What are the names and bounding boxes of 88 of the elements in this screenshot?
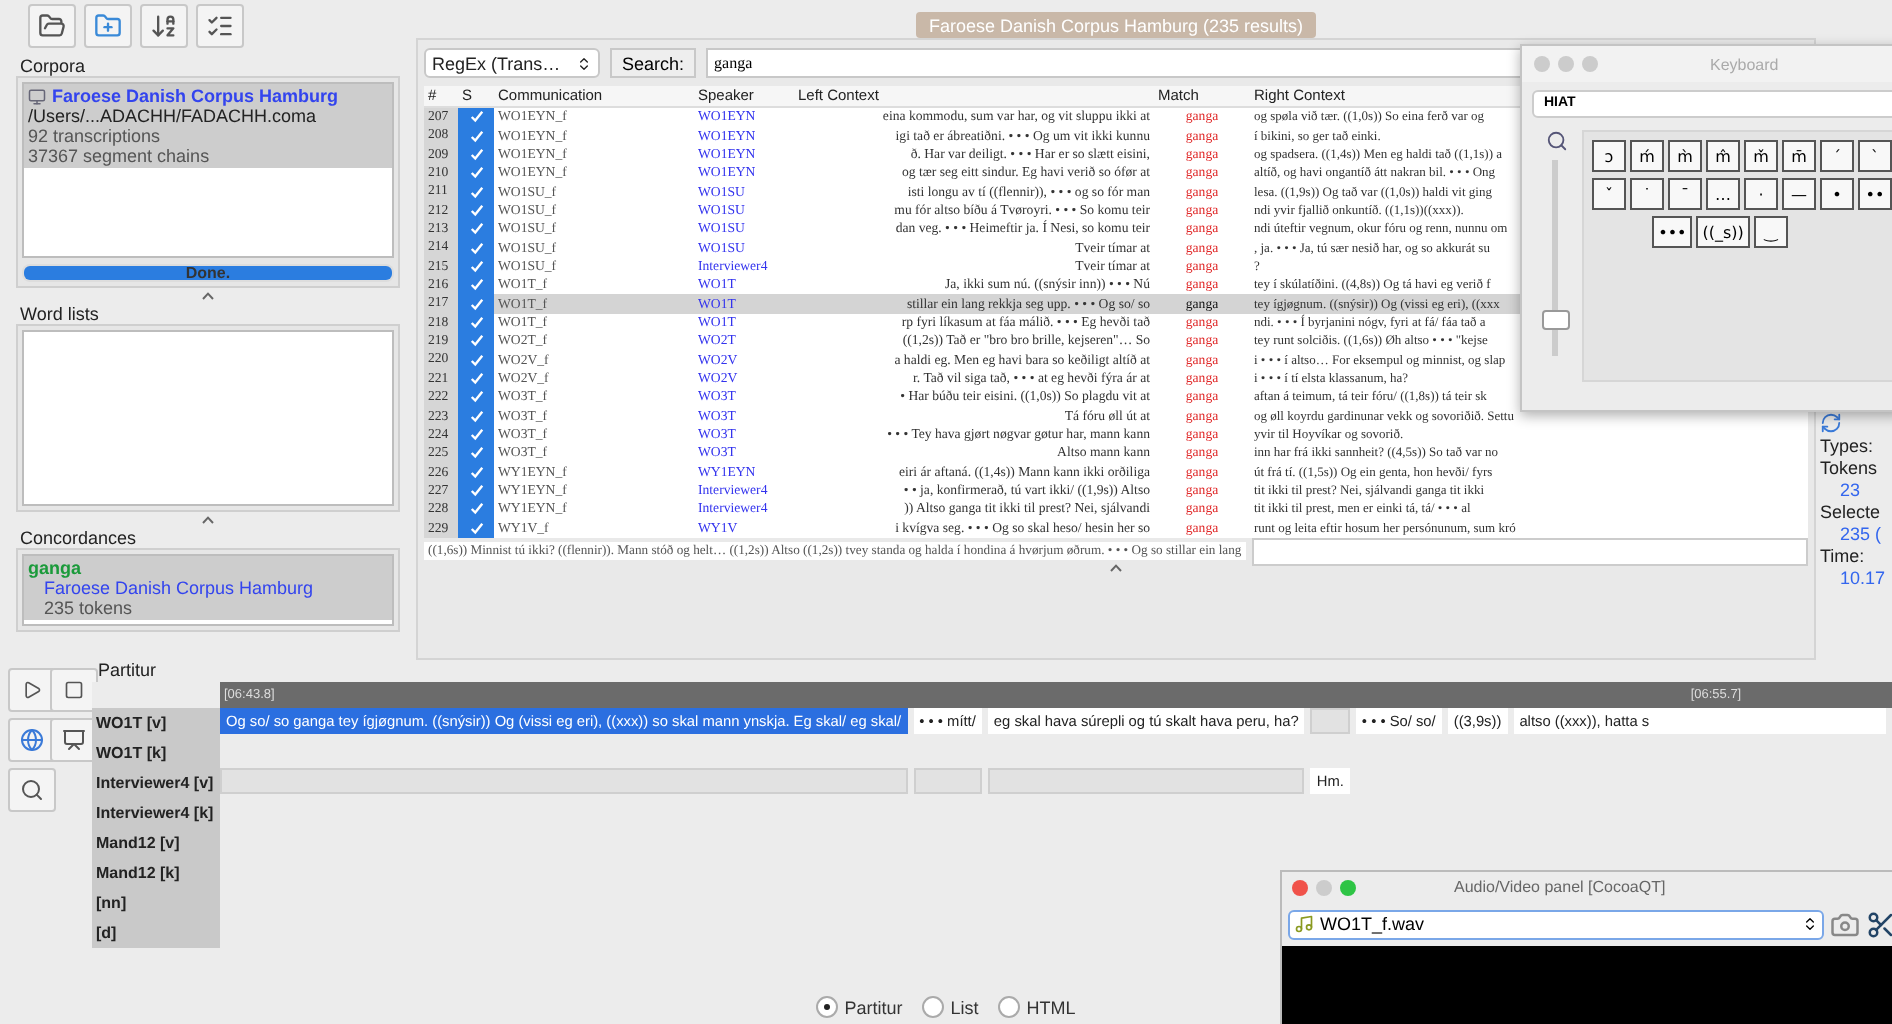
key[interactable]: ˊ <box>1820 140 1854 172</box>
key[interactable]: ‿ <box>1753 216 1788 248</box>
segment-count: 37367 segment chains <box>28 146 212 166</box>
tier-label: [nn] <box>92 888 220 918</box>
presentation-icon <box>62 728 86 752</box>
updown-icon <box>576 55 592 71</box>
tier-label: [d] <box>92 918 220 948</box>
stat-value: 235 ( <box>1838 524 1884 544</box>
folder-plus-icon <box>94 12 122 40</box>
tier-label: Mand12 [k] <box>92 858 220 888</box>
key[interactable]: … <box>1706 178 1740 210</box>
panel-title: Concordances <box>18 528 139 548</box>
refresh-icon[interactable] <box>1820 412 1842 434</box>
window-title: Audio/Video panel [CocoaQT] <box>1454 878 1666 896</box>
close-icon[interactable] <box>1292 879 1308 895</box>
stat-value: 23 <box>1838 480 1863 500</box>
view-radio[interactable]: Partitur <box>816 996 903 1018</box>
key[interactable]: · <box>1744 178 1778 210</box>
checklist-icon <box>206 12 234 40</box>
key[interactable]: ˉ <box>1668 178 1702 210</box>
file-dropdown[interactable]: WO1T_f.wav <box>1288 909 1824 939</box>
search-button[interactable]: Search: <box>610 48 697 78</box>
progress-label: Done. <box>185 266 231 280</box>
stop-icon <box>64 680 84 700</box>
sort-icon <box>150 12 178 40</box>
key[interactable]: ˇ <box>1592 178 1626 210</box>
corpus-name: Faroese Danish Corpus Hamburg <box>42 578 316 598</box>
token-count: 235 tokens <box>42 598 135 618</box>
key[interactable]: ˙ <box>1630 178 1664 210</box>
stat-label: Time: <box>1820 546 1867 566</box>
checklist-button[interactable] <box>196 4 244 48</box>
search-icon <box>20 778 44 802</box>
folder-icon <box>38 12 66 40</box>
key[interactable]: ˋ <box>1858 140 1892 172</box>
corpus-item[interactable]: Faroese Danish Corpus Hamburg /Users/...ADACHH/FADACHH.coma 92 transcriptions 37367 segment chains <box>24 84 392 168</box>
text-field[interactable] <box>1251 537 1808 566</box>
radio-dot[interactable] <box>816 996 839 1018</box>
key[interactable]: m̄ <box>1782 140 1816 172</box>
music-note-icon <box>1294 914 1314 934</box>
tier-label: WO1T [v] <box>92 708 220 738</box>
stat-label: Selecte <box>1820 502 1883 522</box>
play-icon <box>22 680 42 700</box>
monitor-icon <box>28 87 46 105</box>
stop-button[interactable] <box>50 668 98 712</box>
radio-dot[interactable] <box>998 996 1021 1018</box>
corpus-path: /Users/...ADACHH/FADACHH.coma <box>28 106 319 126</box>
panel-title: Word lists <box>18 304 101 324</box>
tier-label: Mand12 [v] <box>92 828 220 858</box>
query-text: ganga <box>28 558 84 578</box>
new-folder-button[interactable] <box>84 4 132 48</box>
view-radio[interactable]: HTML <box>998 996 1076 1018</box>
view-radio[interactable]: List <box>922 996 979 1018</box>
tier-label: Interviewer4 [v] <box>92 768 220 798</box>
stat-label: Types: <box>1820 436 1876 456</box>
tier-label: WO1T [k] <box>92 738 220 768</box>
sort-button[interactable] <box>140 4 188 48</box>
key[interactable]: m̂ <box>1706 140 1740 172</box>
key[interactable]: — <box>1782 178 1816 210</box>
updown-icon <box>1802 916 1818 932</box>
search-button[interactable] <box>8 768 56 812</box>
corpus-name: Faroese Danish Corpus Hamburg <box>52 86 339 106</box>
key[interactable]: ɔ <box>1592 140 1626 172</box>
window-title: Keyboard <box>1710 55 1779 73</box>
open-folder-button[interactable] <box>28 4 76 48</box>
key[interactable]: ḿ <box>1630 140 1664 172</box>
mode-dropdown[interactable]: RegEx (Trans… <box>424 48 600 78</box>
key[interactable]: ••• <box>1652 216 1693 248</box>
globe-icon <box>20 728 44 752</box>
key[interactable]: m̌ <box>1744 140 1778 172</box>
key[interactable]: ((_s)) <box>1696 216 1750 248</box>
radio-dot[interactable] <box>922 996 945 1018</box>
scissors-icon[interactable] <box>1866 909 1892 939</box>
splitter-icon[interactable] <box>1110 563 1122 572</box>
splitter-icon[interactable] <box>202 516 214 524</box>
transcription-count: 92 transcriptions <box>28 126 163 146</box>
stat-value: 10.17 <box>1838 568 1888 588</box>
splitter-icon[interactable] <box>202 292 214 300</box>
magnifier-icon <box>1545 130 1567 152</box>
key[interactable]: •• <box>1858 178 1892 210</box>
checkbox[interactable] <box>458 108 494 127</box>
concordance-item[interactable]: ganga Faroese Danish Corpus Hamburg 235 tokens <box>24 556 392 620</box>
key[interactable]: • <box>1820 178 1854 210</box>
tier-label: Interviewer4 [k] <box>92 798 220 828</box>
panel-title: Corpora <box>18 56 88 76</box>
partitur-title: Partitur <box>96 660 159 682</box>
stat-label: Tokens <box>1820 458 1880 478</box>
key[interactable]: m̀ <box>1668 140 1702 172</box>
slider-thumb[interactable] <box>1542 309 1570 329</box>
